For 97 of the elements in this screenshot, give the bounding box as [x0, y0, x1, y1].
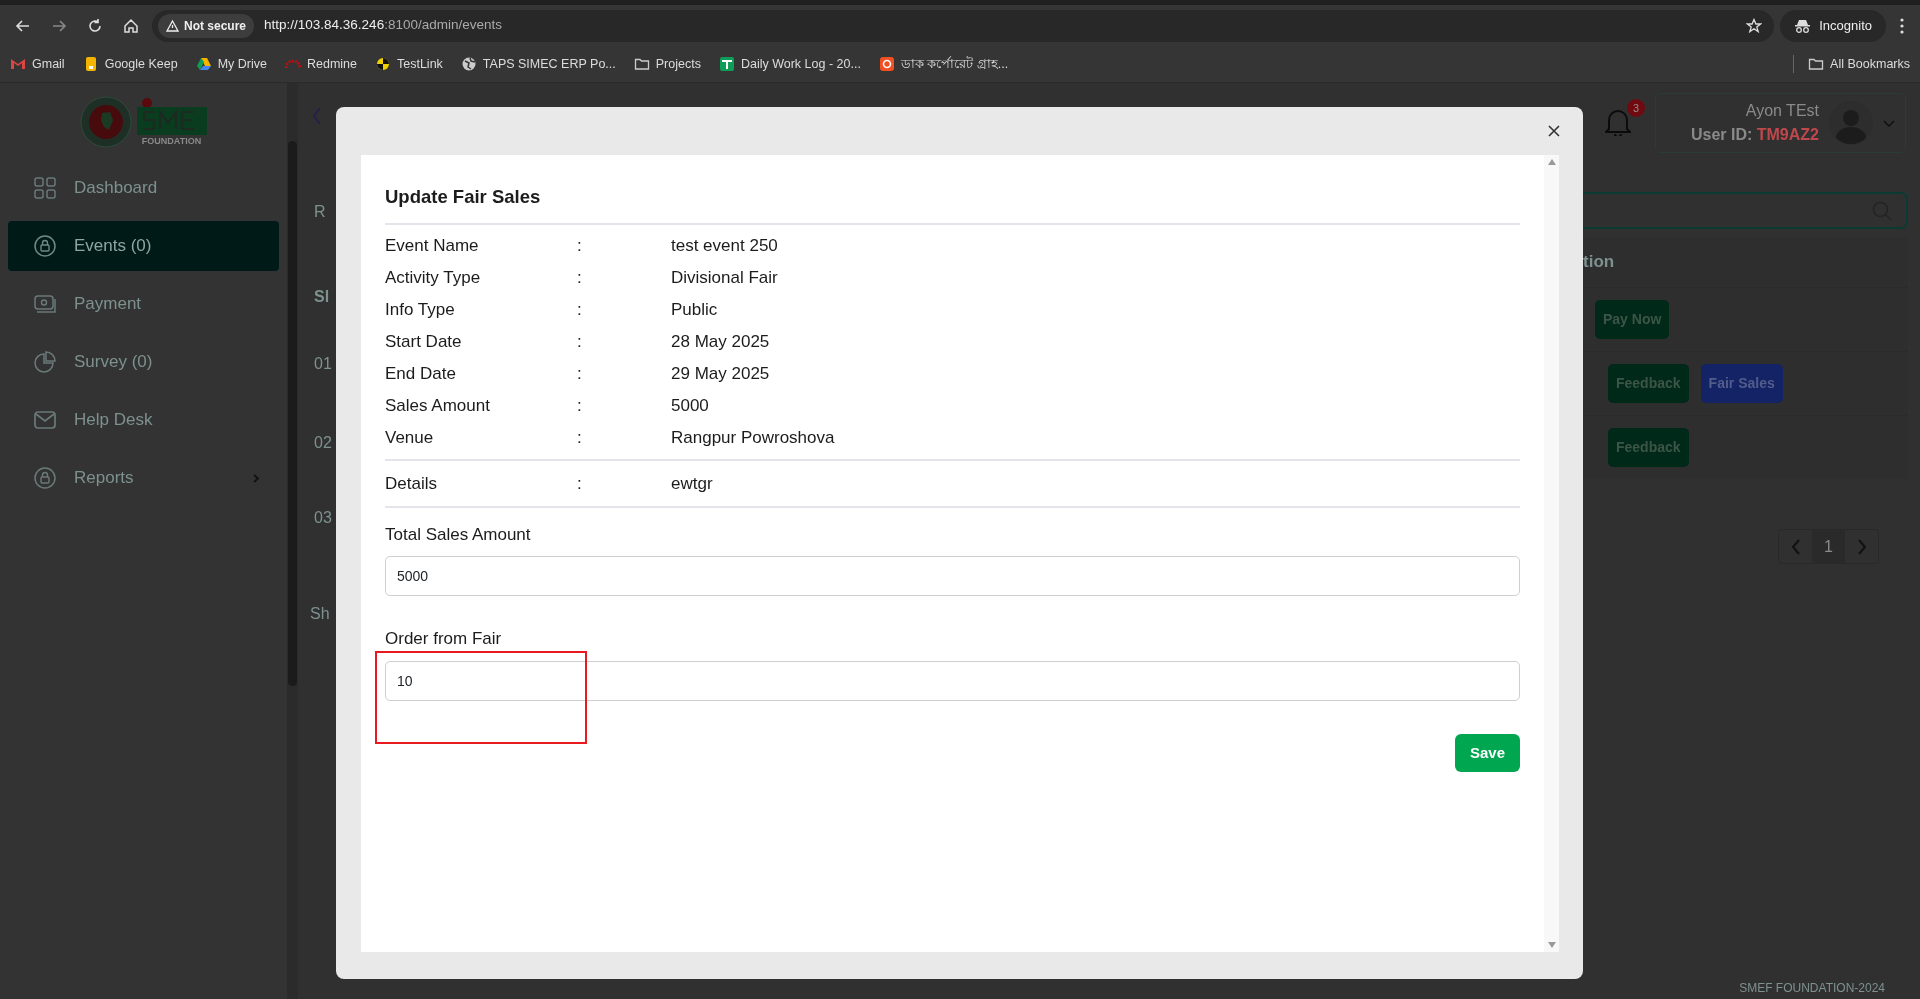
bookmark[interactable]: All Bookmarks	[1793, 54, 1910, 74]
folder-icon	[1808, 56, 1825, 72]
field-label: Info Type	[385, 299, 456, 321]
bookmark[interactable]: Gmail	[10, 54, 65, 74]
bookmark[interactable]: Daily Work Log - 20...	[718, 54, 861, 74]
field-label: End Date	[385, 363, 457, 385]
input-field[interactable]: 10	[385, 660, 1520, 701]
mail-icon	[10, 56, 26, 72]
sidebar-item[interactable]: Survey (0)	[8, 337, 279, 387]
table-text: 01	[314, 355, 333, 373]
separator-text: :	[577, 363, 583, 385]
field-label: Venue	[385, 427, 435, 449]
app-icon	[878, 56, 895, 72]
sidebar-item[interactable]: Help Desk	[8, 395, 279, 445]
forward-icon[interactable]	[51, 17, 67, 34]
chevron-right-icon	[253, 473, 259, 483]
search-field[interactable]	[1583, 192, 1908, 229]
modal-title: Update Fair Sales	[385, 179, 1520, 225]
input-field[interactable]: 5000	[385, 556, 1520, 597]
user-id: User ID: TM9AZ2	[1690, 125, 1819, 145]
separator-text: :	[577, 235, 583, 257]
globe-icon	[460, 56, 477, 72]
sidebar-item[interactable]: Payment	[8, 279, 279, 329]
field-label: Sales Amount	[385, 395, 491, 417]
url-text[interactable]: http://103.84.36.246:8100/admin/events	[264, 15, 502, 36]
column-header: tion	[1583, 251, 1615, 274]
table-text: 02	[314, 434, 333, 452]
field-value: test event 250	[671, 235, 778, 257]
reload-icon[interactable]	[87, 17, 103, 34]
field-label: Activity Type	[385, 267, 482, 289]
separator-text: :	[577, 267, 583, 289]
chevron-left-icon	[312, 107, 322, 125]
separator-text: :	[577, 299, 583, 321]
incognito-icon	[1794, 18, 1812, 33]
scroll-down-icon[interactable]	[1547, 942, 1556, 948]
cash-icon	[34, 293, 56, 315]
separator-text: :	[577, 473, 583, 495]
home-icon[interactable]	[123, 17, 139, 34]
close-icon[interactable]	[1548, 125, 1560, 137]
field-value: Rangpur Powroshova	[671, 427, 835, 449]
separator-text: :	[577, 331, 583, 353]
target-icon	[375, 56, 391, 72]
field-value: Public	[671, 299, 718, 321]
folder-icon	[633, 56, 650, 72]
field-label: Details	[385, 473, 438, 495]
page-button[interactable]: 1	[1812, 530, 1845, 563]
drive-icon	[195, 56, 212, 72]
menu-icon[interactable]	[1900, 17, 1904, 34]
mail-icon	[34, 409, 56, 431]
logo-text: FOUNDATION	[141, 137, 202, 146]
field-value: 29 May 2025	[671, 363, 770, 385]
user-card[interactable]: Ayon TEst User ID: TM9AZ2	[1655, 93, 1906, 153]
user-name: Ayon TEst	[1744, 101, 1819, 121]
address-bar[interactable]: Not secure http://103.84.36.246:8100/admin/events	[152, 9, 1775, 42]
lock-icon	[34, 235, 56, 257]
field-label: Start Date	[385, 331, 463, 353]
table-text: Sl	[314, 288, 331, 306]
chevron-right-icon	[1856, 538, 1867, 555]
field-value: Divisional Fair	[671, 267, 778, 289]
field-value: 28 May 2025	[671, 331, 770, 353]
back-icon[interactable]	[15, 17, 31, 34]
profile-button[interactable]: Incognito	[1780, 9, 1886, 42]
bookmark[interactable]: ডাক কর্পোরেট গ্রাহ...	[878, 54, 1009, 74]
scroll-up-icon[interactable]	[1547, 159, 1556, 165]
scrollbar[interactable]	[288, 141, 297, 686]
chevron-down-icon	[1883, 119, 1895, 127]
star-icon[interactable]	[1746, 17, 1763, 34]
bookmark[interactable]: Projects	[633, 54, 701, 74]
notification-badge: 3	[1627, 99, 1645, 117]
sidebar-item[interactable]: Reports	[8, 453, 279, 503]
field-label: Event Name	[385, 235, 480, 257]
table-text: Sh	[310, 605, 331, 623]
security-chip[interactable]: Not secure	[158, 13, 255, 38]
chevron-left-icon	[1790, 538, 1801, 555]
pie-chart-icon	[34, 351, 56, 373]
separator-text: :	[577, 427, 583, 449]
field-label: Total Sales Amount	[385, 523, 532, 546]
bookmark[interactable]: My Drive	[195, 54, 267, 74]
footer-text: SMEF FOUNDATION-2024	[1739, 980, 1885, 997]
warning-icon	[166, 19, 179, 32]
field-value: 5000	[671, 395, 709, 417]
sheet-icon	[718, 56, 735, 72]
bookmark[interactable]: TAPS SIMEC ERP Po...	[460, 54, 616, 74]
emblem-icon	[79, 96, 132, 148]
lock-icon	[34, 467, 56, 489]
table-text: 03	[314, 509, 333, 527]
field-label: Order from Fair	[385, 628, 503, 651]
sme-logo-icon	[135, 98, 208, 136]
separator-text: :	[577, 395, 583, 417]
dashboard-icon	[34, 177, 56, 199]
bookmark[interactable]: TestLink	[375, 54, 443, 74]
table-text: R	[314, 203, 327, 221]
field-value: ewtgr	[671, 473, 713, 495]
sidebar-item[interactable]: Events (0)	[8, 221, 279, 271]
bookmark[interactable]: Google Keep	[82, 54, 178, 74]
sidebar-item[interactable]: Dashboard	[8, 163, 279, 213]
bookmark[interactable]: Redmine	[284, 54, 357, 74]
